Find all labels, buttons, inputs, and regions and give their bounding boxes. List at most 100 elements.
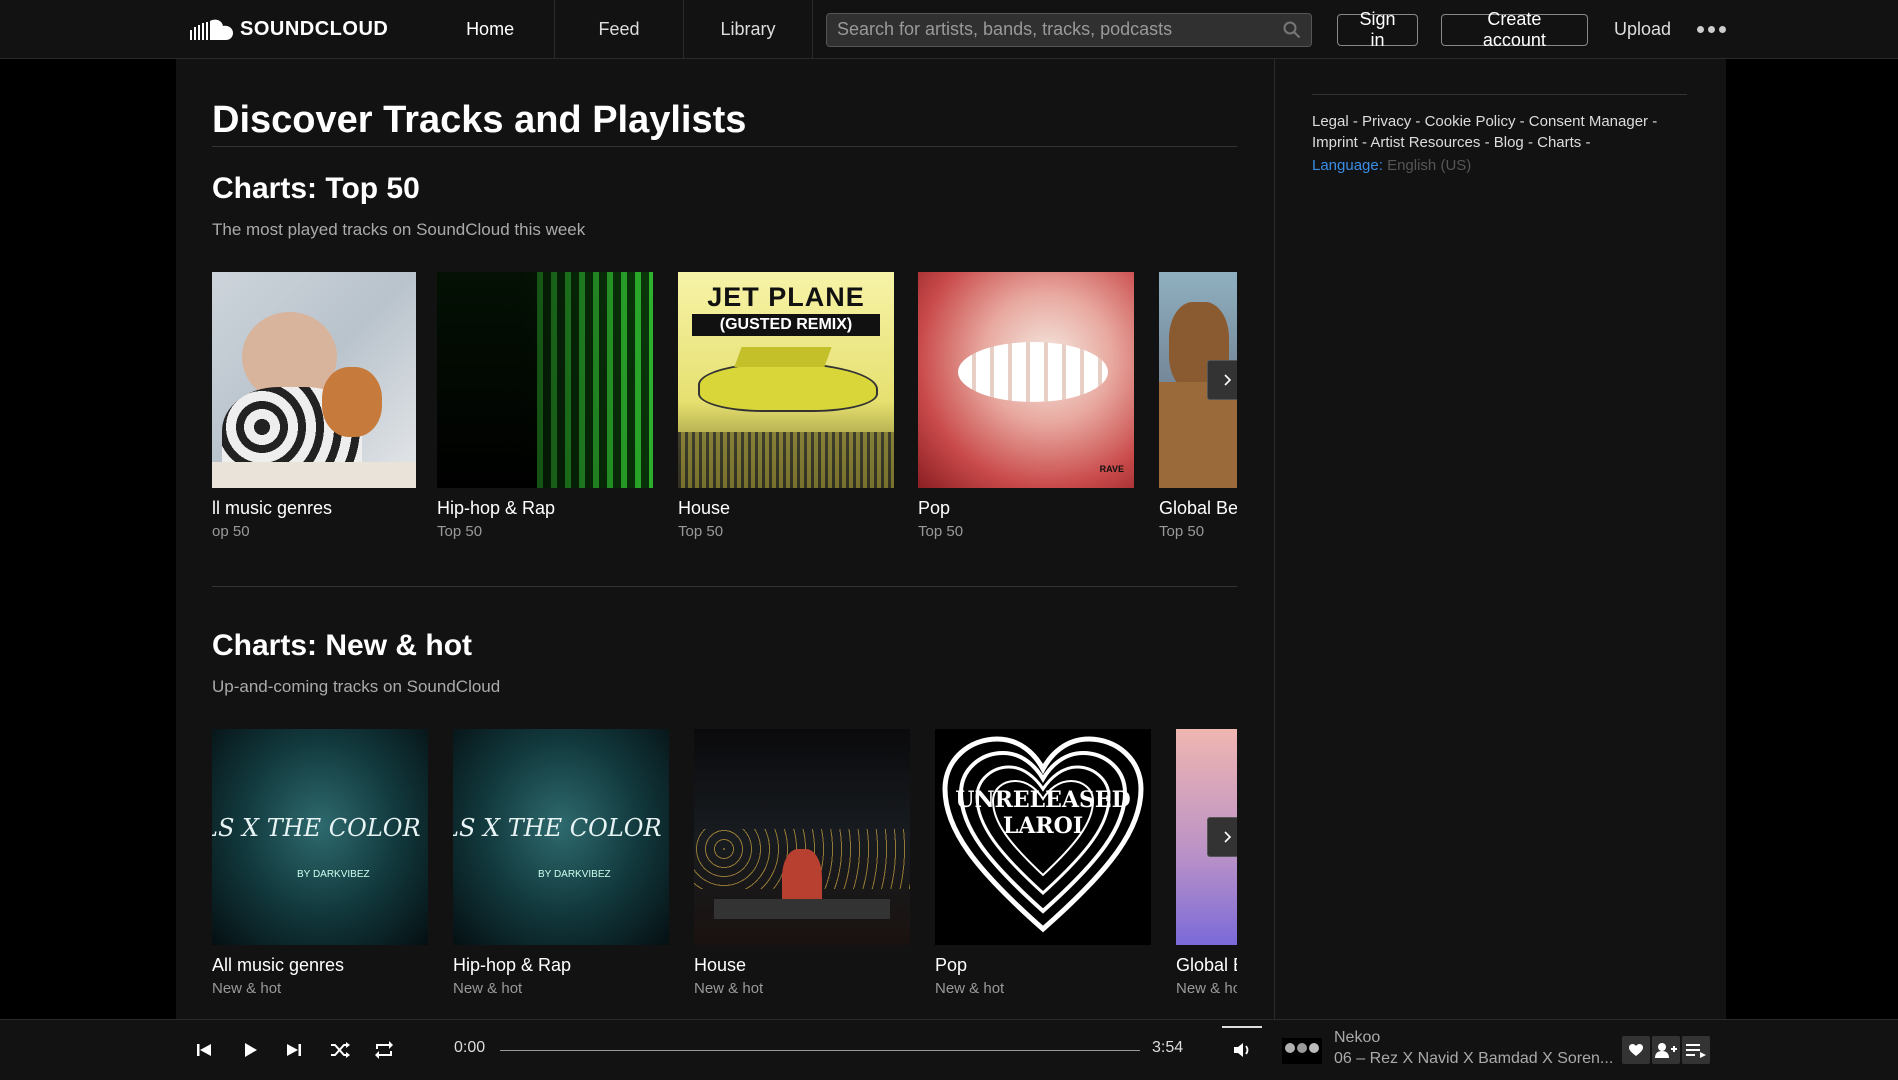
language-selector[interactable]: Language: English (US) [1312,157,1471,174]
follow-button[interactable] [1652,1036,1680,1064]
carousel-next-button[interactable] [1207,817,1237,857]
soundcloud-cloud-icon [190,19,233,40]
artwork-text: LS X THE COLOR VIOLET X C [453,814,669,842]
card-artwork[interactable]: UNRELEASED LAROI [935,729,1151,945]
nav-tab-feed[interactable]: Feed [555,0,685,59]
chart-card-global[interactable]: Global Be Top 50 [1159,272,1237,540]
card-title[interactable]: Pop [918,498,1134,519]
play-icon [245,1043,257,1057]
card-title[interactable]: ll music genres [212,498,408,519]
page-title: Discover Tracks and Playlists [212,99,747,141]
card-title[interactable]: Hip-hop & Rap [437,498,653,519]
now-playing-title[interactable]: 06 – Rez X Navid X Bamdad X Soren... [1334,1050,1614,1068]
card-title[interactable]: House [678,498,894,519]
progress-bar[interactable] [500,1050,1140,1051]
card-artwork[interactable]: LS X THE COLOR VIOLET X C BY DARKVIBEZ [453,729,669,945]
footer-link-legal[interactable]: Legal [1312,113,1349,130]
next-icon [287,1044,301,1056]
more-options-icon[interactable] [1697,26,1726,33]
footer-link-consent-manager[interactable]: Consent Manager [1529,113,1648,130]
footer-links: Legal - Privacy - Cookie Policy - Consen… [1312,113,1658,151]
chart-card-hiphop[interactable]: LS X THE COLOR VIOLET X C BY DARKVIBEZ H… [453,729,669,997]
playback-bar: 0:00 3:54 Nekoo 06 – Rez X Navid X Bamda… [0,1019,1898,1080]
artwork-text: JET PLANE [707,282,865,312]
card-title[interactable]: Hip-hop & Rap [453,955,669,976]
footer-link-artist-resources[interactable]: Artist Resources [1370,134,1480,151]
chart-card-all-genres[interactable]: ll music genres op 50 [212,272,416,540]
card-artwork[interactable] [212,272,416,488]
section-title-top50[interactable]: Charts: Top 50 [212,172,420,206]
artwork-text: RAVE [1099,464,1124,474]
logo-text: SOUNDCLOUD [240,18,389,40]
chart-card-house[interactable]: House New & hot [694,729,910,997]
shuffle-button[interactable] [326,1036,354,1064]
chart-card-pop[interactable]: RAVE Pop Top 50 [918,272,1134,540]
volume-slider[interactable] [1222,1026,1262,1028]
chart-card-pop[interactable]: UNRELEASED LAROI Pop New & hot [935,729,1151,997]
play-button[interactable] [236,1036,264,1064]
elapsed-time: 0:00 [454,1039,486,1056]
artwork-text: (GUSTED REMIX) [692,314,880,336]
footer-link-cookie-policy[interactable]: Cookie Policy [1425,113,1516,130]
chart-card-house[interactable]: JET PLANE (GUSTED REMIX) House Top 50 [678,272,894,540]
chevron-right-icon [1224,831,1232,843]
next-track-button[interactable] [280,1036,308,1064]
card-title[interactable]: All music genres [212,955,428,976]
volume-button[interactable] [1228,1036,1256,1064]
card-artwork[interactable]: RAVE [918,272,1134,488]
heart-icon [1629,1044,1643,1056]
card-subtitle: New & hot [453,980,523,997]
card-subtitle: Top 50 [678,523,724,540]
footer-link-imprint[interactable]: Imprint [1312,134,1358,151]
card-title[interactable]: Pop [935,955,1151,976]
volume-icon [1234,1043,1249,1057]
discover-content: Discover Tracks and Playlists Charts: To… [176,59,1275,1019]
card-title[interactable]: Global E [1176,955,1237,976]
like-button[interactable] [1622,1036,1650,1064]
nav-tab-library[interactable]: Library [684,0,813,59]
language-label[interactable]: Language: [1312,157,1383,174]
language-value[interactable]: English (US) [1387,157,1471,174]
now-playing-artist[interactable]: Nekoo [1334,1029,1380,1047]
chart-card-hiphop[interactable]: Hip-hop & Rap Top 50 [437,272,653,540]
artwork-text: UNRELEASED LAROI [955,787,1131,839]
playlist-icon [1686,1044,1706,1058]
card-title[interactable]: House [694,955,910,976]
footer-link-charts[interactable]: Charts [1537,134,1581,151]
artwork-thumbnail-icon [1285,1043,1319,1053]
card-subtitle: Top 50 [437,523,483,540]
upload-link[interactable]: Upload [1614,19,1671,40]
title-divider [212,146,1237,147]
main-area: Discover Tracks and Playlists Charts: To… [176,59,1726,1019]
card-artwork[interactable] [694,729,910,945]
sign-in-button[interactable]: Sign in [1337,9,1418,50]
card-subtitle: Top 50 [1159,523,1205,540]
chart-card-global[interactable]: Global E New & ho [1176,729,1237,997]
header-inner: SOUNDCLOUD Home Feed Library Sign in Cre… [176,0,1726,59]
queue-button[interactable] [1682,1036,1710,1064]
card-artwork[interactable]: LS X THE COLOR VIOLET X C BY DARKVIBEZ [212,729,428,945]
now-playing-artwork[interactable] [1282,1038,1322,1064]
nav-tab-home[interactable]: Home [426,0,556,59]
duration-time: 3:54 [1152,1039,1184,1056]
search-input[interactable] [837,19,1284,40]
carousel-next-button[interactable] [1207,360,1237,400]
card-title[interactable]: Global Be [1159,498,1237,519]
footer-link-privacy[interactable]: Privacy [1362,113,1411,130]
previous-track-button[interactable] [190,1036,218,1064]
soundcloud-logo[interactable]: SOUNDCLOUD [176,0,426,59]
footer-link-blog[interactable]: Blog [1494,134,1524,151]
chart-card-all-genres[interactable]: LS X THE COLOR VIOLET X C BY DARKVIBEZ A… [212,729,428,997]
card-artwork[interactable]: JET PLANE (GUSTED REMIX) [678,272,894,488]
create-account-button[interactable]: Create account [1440,9,1588,50]
artwork-text: LS X THE COLOR VIOLET X C [212,814,428,842]
section-title-newhot[interactable]: Charts: New & hot [212,629,472,663]
card-subtitle: New & ho [1176,980,1237,997]
repeat-button[interactable] [370,1036,398,1064]
search-icon[interactable] [1283,21,1301,39]
card-artwork[interactable] [437,272,653,488]
section-divider [212,586,1237,587]
add-user-icon [1655,1043,1677,1058]
card-subtitle: New & hot [694,980,764,997]
top-header: SOUNDCLOUD Home Feed Library Sign in Cre… [0,0,1898,59]
